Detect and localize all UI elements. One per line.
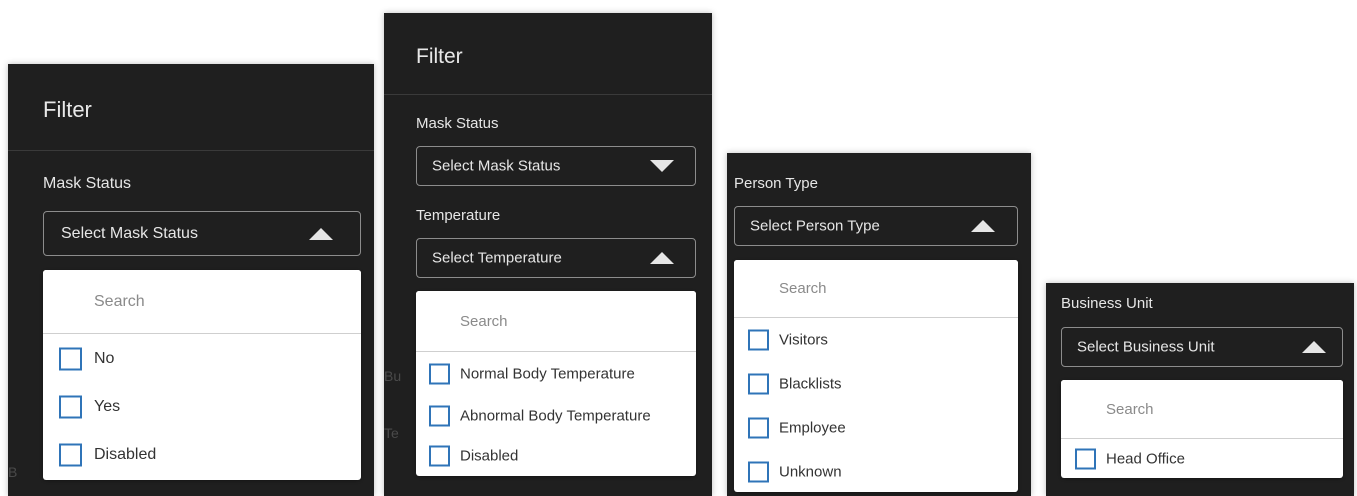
triangle-down-icon: [650, 160, 674, 172]
checkbox-empty-icon[interactable]: [748, 329, 769, 351]
business-unit-dropdown: Head Office: [1061, 380, 1343, 478]
option-abnormal-body-temperature[interactable]: Abnormal Body Temperature: [416, 395, 696, 437]
temperature-select-text: Select Temperature: [432, 249, 562, 267]
temperature-label: Temperature: [416, 207, 501, 224]
mask-status-select[interactable]: Select Mask Status: [416, 146, 696, 186]
mask-status-select-text: Select Mask Status: [432, 157, 561, 175]
mask-status-dropdown: No Yes Disabled: [43, 270, 361, 480]
option-label: No: [94, 350, 115, 367]
triangle-up-icon: [971, 220, 995, 232]
filter-panel-mask: Filter Mask Status Select Mask Status B …: [8, 64, 374, 496]
option-visitors[interactable]: Visitors: [734, 318, 1018, 362]
checkbox-empty-icon[interactable]: [748, 461, 769, 483]
filter-title: Filter: [416, 45, 463, 68]
background-text: Te: [384, 425, 399, 441]
option-disabled[interactable]: Disabled: [43, 432, 361, 478]
mask-status-label: Mask Status: [416, 115, 499, 132]
mask-status-select-text: Select Mask Status: [61, 224, 198, 242]
checkbox-empty-icon[interactable]: [429, 405, 450, 427]
triangle-up-icon: [1302, 341, 1326, 353]
option-label: Normal Body Temperature: [460, 365, 635, 383]
checkbox-empty-icon[interactable]: [748, 373, 769, 395]
option-label: Employee: [779, 419, 846, 437]
option-disabled[interactable]: Disabled: [416, 435, 696, 476]
checkbox-empty-icon[interactable]: [1075, 448, 1096, 470]
option-no[interactable]: No: [43, 336, 361, 382]
option-head-office[interactable]: Head Office: [1061, 440, 1343, 478]
temperature-select[interactable]: Select Temperature: [416, 238, 696, 278]
option-label: Visitors: [779, 331, 828, 349]
temperature-search-input[interactable]: [416, 291, 696, 352]
mask-status-label: Mask Status: [43, 175, 132, 192]
triangle-up-icon: [309, 227, 333, 240]
option-label: Disabled: [460, 447, 519, 465]
business-unit-search-input[interactable]: [1061, 380, 1343, 439]
option-normal-body-temperature[interactable]: Normal Body Temperature: [416, 353, 696, 395]
option-blacklists[interactable]: Blacklists: [734, 362, 1018, 406]
filter-panel-business-unit: Business Unit Select Business Unit Head …: [1046, 283, 1354, 496]
mask-status-search-input[interactable]: [43, 270, 361, 334]
background-text: B: [8, 464, 18, 480]
checkbox-empty-icon[interactable]: [59, 347, 82, 371]
checkbox-empty-icon[interactable]: [59, 395, 82, 419]
triangle-up-icon: [650, 252, 674, 264]
filter-panel-temperature: Filter Mask Status Select Mask Status Te…: [384, 13, 712, 496]
checkbox-empty-icon[interactable]: [748, 417, 769, 439]
checkbox-empty-icon[interactable]: [429, 445, 450, 467]
option-yes[interactable]: Yes: [43, 384, 361, 430]
business-unit-select[interactable]: Select Business Unit: [1061, 327, 1343, 367]
business-unit-select-text: Select Business Unit: [1077, 338, 1215, 356]
option-label: Yes: [94, 398, 121, 415]
option-label: Blacklists: [779, 375, 842, 393]
option-label: Abnormal Body Temperature: [460, 407, 651, 425]
option-label: Disabled: [94, 446, 157, 463]
divider: [384, 94, 712, 95]
person-type-label: Person Type: [734, 175, 818, 192]
checkbox-empty-icon[interactable]: [59, 443, 82, 467]
option-label: Head Office: [1106, 450, 1185, 468]
temperature-dropdown: Normal Body Temperature Abnormal Body Te…: [416, 291, 696, 476]
business-unit-label: Business Unit: [1061, 295, 1153, 312]
person-type-search-input[interactable]: [734, 260, 1018, 318]
filter-panel-person-type: Person Type Select Person Type Visitors …: [727, 153, 1031, 496]
person-type-select[interactable]: Select Person Type: [734, 206, 1018, 246]
background-text: Bu: [384, 368, 402, 384]
mask-status-select[interactable]: Select Mask Status: [43, 211, 361, 256]
person-type-select-text: Select Person Type: [750, 217, 880, 235]
filter-title: Filter: [43, 97, 92, 122]
divider: [8, 150, 374, 151]
option-unknown[interactable]: Unknown: [734, 450, 1018, 492]
person-type-dropdown: Visitors Blacklists Employee Unknown: [734, 260, 1018, 492]
option-employee[interactable]: Employee: [734, 406, 1018, 450]
checkbox-empty-icon[interactable]: [429, 363, 450, 385]
option-label: Unknown: [779, 463, 842, 481]
